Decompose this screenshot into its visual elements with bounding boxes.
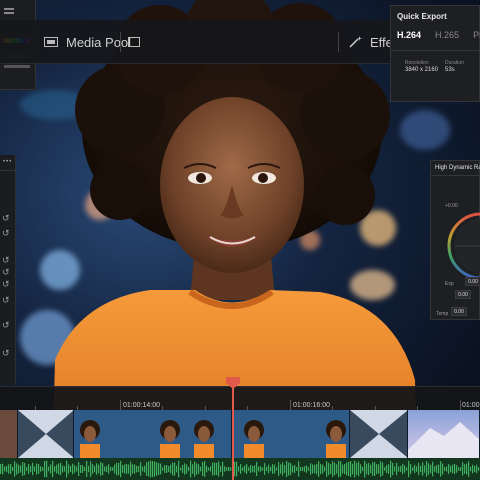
ruler-tick [120, 400, 121, 410]
reset-icon[interactable]: ↺ [2, 267, 10, 278]
hdr-panel-title: High Dynamic Rang [435, 165, 480, 171]
ruler-tick [290, 400, 291, 410]
temp-label: Temp [436, 311, 449, 317]
clip-thumbnails [80, 420, 214, 458]
media-pool-icon [44, 37, 58, 47]
wheel-value: +0.00 [445, 203, 458, 209]
timecode-label: 01:00:16:00 [293, 402, 330, 409]
reset-icon[interactable]: ↺ [2, 228, 10, 239]
reset-icon[interactable]: ↺ [2, 213, 10, 224]
tab-prores[interactable]: Pr [473, 30, 480, 40]
video-clip[interactable] [0, 410, 18, 458]
media-pool-button[interactable]: Media Pool [44, 20, 131, 64]
timeline-ruler[interactable]: 01:00:14:00 01:00:16:00 01:00 [0, 386, 480, 410]
reset-icon[interactable]: ↺ [2, 348, 10, 359]
tab-h264[interactable]: H.264 [397, 30, 421, 40]
cross-dissolve-transition [350, 410, 407, 458]
reset-icon[interactable]: ↺ [2, 279, 10, 290]
divider [431, 175, 480, 176]
media-pool-label: Media Pool [66, 34, 132, 50]
menu-icon[interactable] [4, 8, 14, 10]
more-options-icon[interactable]: ••• [3, 159, 12, 165]
reset-icon[interactable]: ↺ [2, 320, 10, 331]
cross-dissolve-transition [18, 410, 73, 458]
left-tools-panel: ••• ↺ ↺ ↺ ↺ ↺ ↺ ↺ ↺ [0, 155, 16, 385]
audio-track[interactable] [0, 458, 480, 480]
temp-field[interactable]: 0.00 [451, 307, 467, 316]
swatch-row [4, 65, 30, 68]
ruler-tick [460, 400, 461, 410]
toolbar-divider [338, 32, 339, 52]
hdr-panel: High Dynamic Rang +0.00 Exp 0.00 0.00 Te… [430, 160, 480, 320]
timecode-label: 01:00:14:00 [123, 402, 160, 409]
duration-label: Duration [445, 60, 464, 66]
video-track[interactable] [0, 410, 480, 458]
video-clip-mountain[interactable] [408, 410, 480, 458]
playhead-handle[interactable] [226, 377, 240, 389]
quick-export-panel: Quick Export H.264 H.265 Pr Resolution 3… [390, 5, 480, 102]
tab-h265[interactable]: H.265 [435, 30, 459, 40]
divider [0, 170, 16, 171]
edit-index-button[interactable] [128, 20, 140, 64]
clip-icon [128, 37, 140, 47]
reset-icon[interactable]: ↺ [2, 255, 10, 266]
video-clip[interactable] [74, 410, 232, 458]
clip-thumbnails [244, 420, 346, 458]
resolution-label: Resolution [405, 60, 429, 66]
exp-field[interactable]: 0.00 [465, 277, 480, 286]
quick-export-title: Quick Export [397, 12, 447, 21]
divider [391, 50, 480, 51]
audio-waveform [0, 460, 480, 478]
export-format-tabs: H.264 H.265 Pr [397, 30, 480, 40]
color-wheel[interactable] [445, 211, 480, 281]
toolbar-divider [120, 32, 121, 52]
value-field[interactable]: 0.00 [455, 290, 471, 299]
exp-label: Exp [445, 281, 454, 287]
magic-wand-icon [349, 36, 362, 48]
transition-clip[interactable] [18, 410, 74, 458]
resolution-value: 3840 x 2160 [405, 67, 439, 73]
mountain-thumbnail [408, 422, 479, 458]
transition-clip[interactable] [350, 410, 408, 458]
reset-icon[interactable]: ↺ [2, 295, 10, 306]
playhead-line[interactable] [232, 384, 234, 480]
video-clip[interactable] [232, 410, 350, 458]
timecode-label: 01:00 [462, 402, 480, 409]
duration-value: 53s [445, 67, 455, 73]
